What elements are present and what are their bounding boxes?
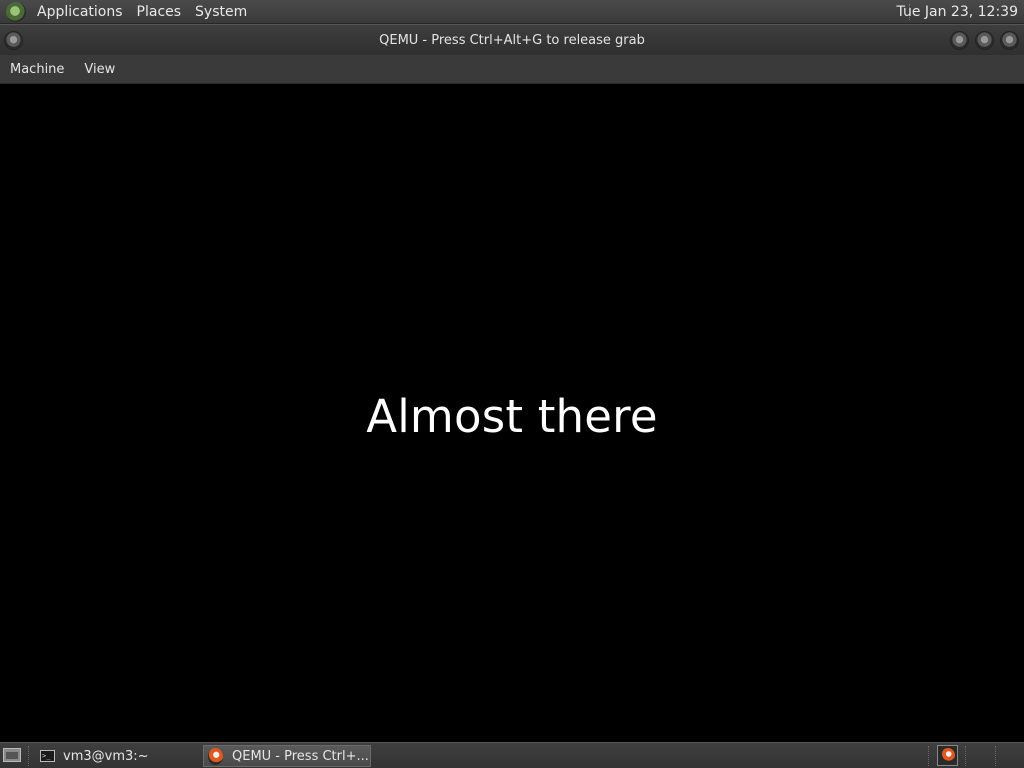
minimize-button[interactable] — [951, 32, 968, 49]
maximize-button[interactable] — [976, 32, 993, 49]
tray-qemu-button[interactable] — [937, 745, 958, 766]
menu-places[interactable]: Places — [130, 4, 189, 20]
top-panel: Applications Places System Tue Jan 23, 1… — [0, 0, 1024, 24]
show-desktop-icon[interactable] — [3, 748, 21, 762]
menu-machine[interactable]: Machine — [0, 62, 74, 77]
taskbar-item-terminal[interactable]: >_ vm3@vm3:~ — [36, 745, 198, 767]
terminal-icon: >_ — [40, 750, 55, 762]
vm-display[interactable]: Almost there — [0, 84, 1024, 742]
qemu-icon — [208, 747, 223, 765]
clock[interactable]: Tue Jan 23, 12:39 — [897, 0, 1018, 24]
taskbar-item-label: QEMU - Press Ctrl+... — [232, 748, 369, 764]
close-button[interactable] — [1001, 32, 1018, 49]
window-titlebar[interactable]: QEMU - Press Ctrl+Alt+G to release grab — [0, 24, 1024, 55]
qemu-icon — [940, 748, 955, 763]
panel-separator — [28, 746, 30, 766]
window-title: QEMU - Press Ctrl+Alt+G to release grab — [379, 33, 645, 48]
menubar: Machine View — [0, 55, 1024, 84]
menu-view[interactable]: View — [74, 62, 125, 77]
bottom-panel: >_ vm3@vm3:~ QEMU - Press Ctrl+... — [0, 742, 1024, 768]
panel-separator — [995, 746, 997, 766]
menu-system[interactable]: System — [188, 4, 254, 20]
taskbar-item-label: vm3@vm3:~ — [63, 748, 149, 764]
panel-separator — [965, 746, 967, 766]
setup-status-message: Almost there — [366, 390, 658, 443]
taskbar-item-qemu[interactable]: QEMU - Press Ctrl+... — [203, 745, 371, 767]
menu-applications[interactable]: Applications — [30, 4, 130, 20]
panel-separator — [928, 746, 930, 766]
distro-logo-icon[interactable] — [6, 1, 26, 22]
